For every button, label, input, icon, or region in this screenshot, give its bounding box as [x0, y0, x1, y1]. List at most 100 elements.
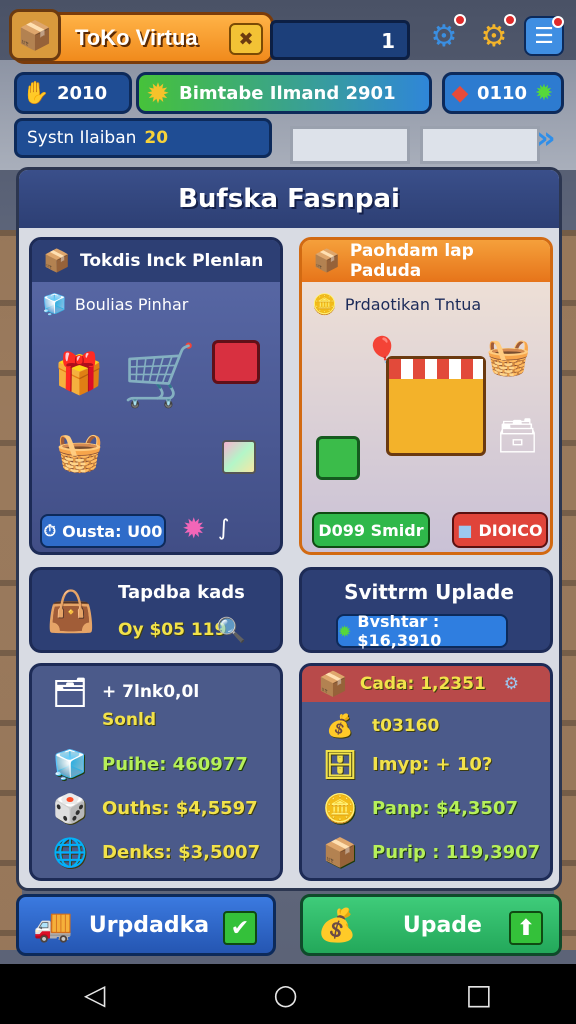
stall-icon: [386, 356, 486, 456]
stat-right-row: 📦 Purip : 119,3907: [322, 834, 541, 870]
level-bar: 1: [270, 20, 410, 60]
right-card-subtitle: Prdaotikan Tntua: [344, 294, 482, 314]
link-icon: ∫: [218, 516, 230, 541]
recents-icon[interactable]: □: [466, 978, 492, 1011]
update-right-label: Upade: [402, 912, 482, 938]
clock-icon: ⏱: [43, 521, 57, 540]
coins-value: 2010: [57, 82, 108, 104]
event-banner[interactable]: ✹ Bimtabe Ilmand 2901: [136, 72, 432, 114]
mid-right-value-button[interactable]: ✹ Bvshtar : $16,3910: [336, 612, 508, 650]
stat-right-label: Panp: $4,3507: [372, 797, 519, 819]
cube-icon: 🧊: [52, 747, 88, 781]
stat-right-row: 🪙 Panp: $4,3507: [322, 790, 518, 826]
fruit-crate-icon: 🧺: [486, 337, 531, 378]
stat-left-label: Denks: $3,5007: [102, 841, 261, 863]
box-stack-icon: 🗂: [52, 675, 88, 709]
pink-gear-icon[interactable]: ✹: [182, 512, 205, 545]
stat-right-row: 🗄 Imyp: + 10?: [322, 746, 492, 782]
left-card-subtitle: Boulias Pinhar: [74, 294, 189, 314]
cube-icon: ■: [457, 520, 473, 540]
truck-icon: 🚚: [33, 906, 73, 944]
fruit-crate-icon: 🧺: [56, 430, 104, 474]
notification-dot: [454, 14, 466, 26]
stat-right-header: 📦 Cada: 1,2351 ⚙: [302, 666, 550, 702]
check-icon: ✔: [223, 911, 257, 945]
panel-title: Bufska Fasnpai: [19, 170, 559, 228]
back-icon[interactable]: ◁: [84, 978, 106, 1011]
stat-left-row: 🌐 Denks: $3,5007: [52, 834, 261, 870]
shop-title-banner[interactable]: 📦 ToKo Virtua ✖: [9, 9, 274, 64]
right-card-green-button[interactable]: D099 Smidr: [312, 512, 430, 548]
box-icon: 📦: [9, 9, 61, 61]
stat-right-label: Cada: 1,2351: [359, 674, 486, 694]
shopper-icon: 🛒: [122, 341, 197, 411]
coins-pill[interactable]: ✋ 2010: [14, 72, 132, 114]
left-card-title: Tokdis Inck Plenlan: [80, 251, 264, 271]
red-crate-icon: [212, 340, 260, 384]
mid-left-title: Tapdba kads: [118, 582, 245, 603]
goods-shelf-icon: 🗃: [496, 416, 540, 456]
update-left-label: Urpdadka: [88, 912, 210, 938]
awning: [389, 359, 483, 379]
gems-pill[interactable]: ◆ 0110 ✹: [442, 72, 564, 114]
stat-right-label: Imyp: + 10?: [372, 753, 493, 775]
left-feature-card[interactable]: 📦 Tokdis Inck Plenlan 🧊 Boulias Pinhar 🎁…: [29, 237, 283, 555]
coin-hand-icon: ✋: [22, 80, 50, 106]
magnifier-icon[interactable]: 🔍: [216, 616, 246, 644]
sun-gear-icon: ✹: [146, 76, 170, 110]
system-value: 20: [144, 128, 169, 148]
cube-icon: 🧊: [42, 292, 67, 316]
coin-icon: 🪙: [312, 292, 337, 316]
stats-right-card: 📦 Cada: 1,2351 ⚙ 💰 t03160 🗄 Imyp: + 10? …: [299, 663, 553, 881]
stats-left-card: 🗂 + 7lnk0,0l Sonld 🧊 Puihe: 460977 🎲 Out…: [29, 663, 283, 881]
update-right-button[interactable]: 💰 Upade ⬆: [300, 894, 562, 956]
tools-icon[interactable]: ✖: [229, 23, 263, 55]
left-card-cost-button[interactable]: ⏱ Ousta: U00: [40, 514, 166, 548]
upload-icon: ⬆: [509, 911, 543, 945]
top-bar: 📦 ToKo Virtua ✖ 1 ⚙ ⚙ ☰: [8, 8, 568, 64]
stat-left-label: Ouths: $4,5597: [102, 797, 258, 819]
open-box-icon: 📦: [313, 248, 341, 274]
update-left-button[interactable]: 🚚 Urpdadka ✔: [16, 894, 276, 956]
green-box-icon: [316, 436, 360, 480]
shopper-cart-illustration: 🎁 🛒 🧺: [52, 340, 262, 490]
shop-title: ToKo Virtua: [75, 25, 198, 50]
event-banner-text: Bimtabe Ilmand 2901: [179, 82, 396, 104]
crate-icon: 📦: [322, 835, 358, 869]
green-gear-icon: ✹: [534, 80, 554, 106]
left-card-subtitle-row: 🧊 Boulias Pinhar: [42, 292, 280, 316]
gift-box-icon: 🎁: [54, 351, 104, 397]
dice-icon: 🎲: [52, 791, 88, 825]
bag-icon: 💰: [326, 713, 354, 739]
system-label: Systn Ilaiban: [27, 128, 137, 148]
right-feature-card[interactable]: 📦 Paohdam lap Paduda 🪙 Prdaotikan Tntua …: [299, 237, 553, 555]
system-bar: Systn Ilaiban 20: [14, 118, 272, 158]
stat-left-row: 🗂 + 7lnk0,0l: [52, 674, 199, 710]
mid-right-card[interactable]: Svittrm Uplade ✹ Bvshtar : $16,3910: [299, 567, 553, 653]
settings-gear-icon[interactable]: ⚙: [424, 14, 466, 56]
notes-icon[interactable]: ☰: [524, 16, 564, 56]
right-card-red-button[interactable]: ■ DIOICO: [452, 512, 548, 548]
arrow-icon[interactable]: »: [526, 118, 566, 158]
home-icon[interactable]: ○: [273, 978, 297, 1011]
notification-dot: [504, 14, 516, 26]
box-icon: 📦: [43, 248, 71, 274]
ceiling-light: [290, 126, 410, 164]
market-stall-illustration: 🎈 🧺 🗃: [316, 336, 546, 496]
globe-icon: 🌐: [52, 835, 88, 869]
green-gear-icon: ✹: [338, 621, 352, 641]
gear-icon[interactable]: ⚙: [504, 674, 519, 694]
mid-left-value: Oy $05 119: [118, 620, 227, 640]
stat-right-label: t03160: [372, 716, 440, 736]
mid-left-card[interactable]: 👜 Tapdba kads Oy $05 119 🔍: [29, 567, 283, 653]
left-card-header: 📦 Tokdis Inck Plenlan: [32, 240, 280, 282]
upgrade-gear-icon[interactable]: ⚙: [474, 14, 516, 56]
stat-left-row: 🎲 Ouths: $4,5597: [52, 790, 258, 826]
level-value: 1: [381, 29, 395, 53]
stat-left-label: Puihe: 460977: [102, 753, 248, 775]
stat-left-row: Sonld: [102, 710, 156, 730]
right-card-title: Paohdam lap Paduda: [349, 241, 474, 281]
stat-left-row: 🧊 Puihe: 460977: [52, 746, 248, 782]
coin-bag-icon: 💰: [317, 906, 357, 944]
gems-value: 0110: [476, 82, 528, 104]
